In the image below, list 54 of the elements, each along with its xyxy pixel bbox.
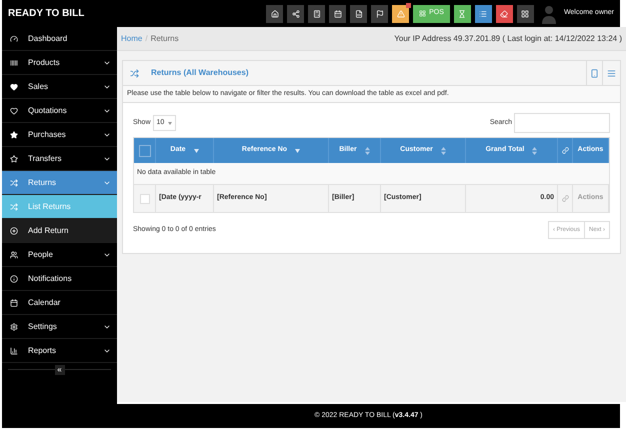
select-all-checkbox[interactable] (138, 144, 150, 156)
alerts-button[interactable] (392, 4, 410, 22)
caret-down-icon (168, 122, 172, 124)
list-icon (479, 10, 488, 18)
home-icon (270, 10, 279, 18)
link-icon (562, 147, 568, 154)
brand-title: READY TO BILL (8, 7, 84, 21)
shuffle-icon (10, 178, 18, 186)
plus-circle-icon (10, 226, 18, 234)
collapse-button[interactable]: « (54, 365, 64, 375)
share-icon (292, 10, 300, 18)
calculator-button[interactable] (308, 4, 326, 22)
calendar-icon (334, 10, 342, 18)
html5-button[interactable] (350, 4, 368, 22)
breadcrumb-current: Returns (150, 32, 179, 44)
heart-icon (10, 82, 18, 90)
info-icon (10, 274, 18, 282)
bar-chart-icon (10, 346, 18, 354)
sidebar-item[interactable]: Returns (2, 171, 117, 195)
grid-icon (521, 10, 530, 18)
users-icon (10, 250, 18, 258)
search-field[interactable] (514, 113, 610, 133)
hourglass-button[interactable] (454, 4, 471, 22)
eraser-icon (500, 10, 508, 18)
calendar-icon (10, 298, 18, 306)
avatar-icon (542, 4, 556, 24)
grid-button[interactable] (516, 4, 534, 22)
grid-icon (419, 10, 426, 17)
star-icon (10, 130, 18, 138)
flag-icon (376, 10, 384, 18)
heart-outline-icon (10, 106, 18, 114)
calendar-button[interactable] (329, 4, 346, 22)
shuffle-icon (130, 68, 138, 78)
shuffle-icon (10, 202, 18, 210)
menu-icon (607, 68, 616, 78)
list-button[interactable] (474, 4, 492, 22)
warning-icon (396, 10, 405, 18)
panel-title: Returns (All Warehouses) (151, 67, 248, 79)
barcode-icon (10, 58, 18, 66)
breadcrumb-separator: / (145, 32, 148, 44)
row-checkbox[interactable] (140, 194, 150, 204)
gauge-icon (10, 34, 18, 42)
home-button[interactable] (266, 4, 284, 22)
calculator-icon (312, 10, 321, 18)
eraser-button[interactable] (496, 4, 513, 22)
gear-icon (10, 322, 18, 330)
submenu-item[interactable]: Add Return (2, 219, 117, 243)
phone-icon (590, 68, 599, 78)
star-outline-icon (10, 154, 18, 162)
login-info: Your IP Address 49.37.201.89 ( Last login at: 14/12/2022 13:24 ) (394, 32, 622, 44)
link-icon (562, 195, 568, 202)
hourglass-icon (458, 10, 466, 18)
language-button[interactable] (371, 4, 388, 22)
share-button[interactable] (287, 4, 304, 22)
